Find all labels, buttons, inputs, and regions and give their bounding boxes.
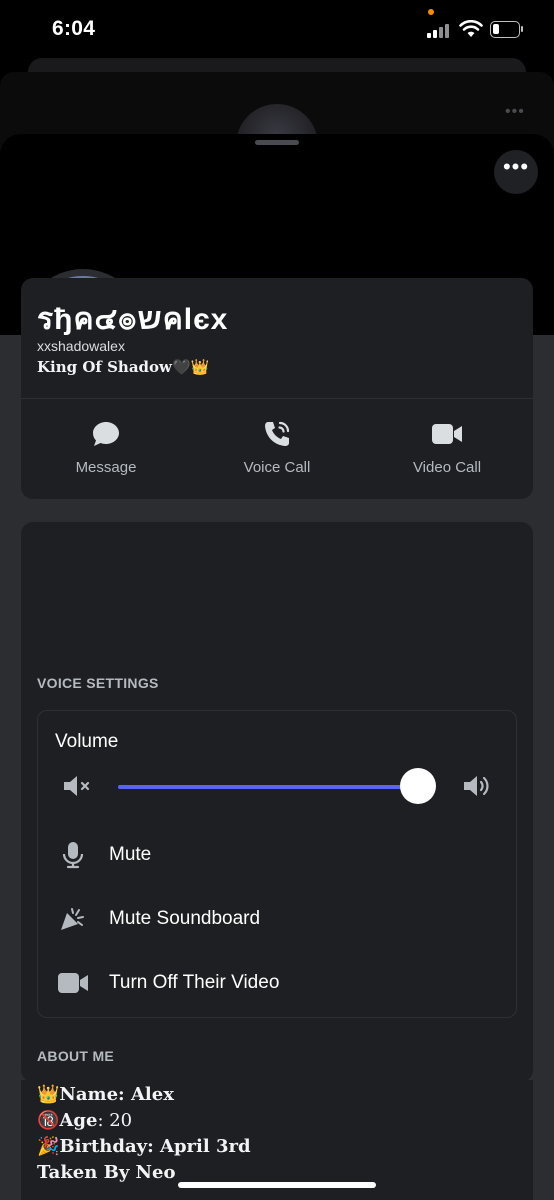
custom-status: King Of Shadow🖤👑	[37, 358, 210, 376]
voice-call-label: Voice Call	[243, 459, 311, 476]
volume-slider-track[interactable]	[118, 785, 418, 789]
voice-settings-card: VOICE SETTINGS Volume Mute Mute Soundboa…	[21, 522, 533, 1082]
about-me-text: 👑Name: Alex 🔞Age: 20 🎉Birthday: April 3r…	[37, 1082, 251, 1186]
video-call-button[interactable]: Video Call	[382, 418, 512, 476]
volume-slider-thumb[interactable]	[400, 768, 436, 804]
privacy-indicator-dot	[428, 9, 434, 15]
soundboard-icon	[61, 908, 84, 930]
video-camera-icon	[58, 973, 88, 993]
wifi-icon	[459, 20, 483, 37]
username: xxshadowalex	[37, 338, 125, 354]
background-more-icon: •••	[505, 103, 525, 120]
microphone-icon	[62, 842, 84, 869]
battery-icon	[490, 21, 523, 38]
mute-soundboard-label: Mute Soundboard	[109, 908, 261, 929]
voice-settings-panel: Volume Mute Mute Soundboard Turn Off The…	[37, 710, 517, 1018]
video-camera-icon	[432, 424, 462, 444]
display-name: รђค๔๏שคlєx	[37, 303, 229, 336]
status-time: 6:04	[52, 17, 96, 40]
message-button[interactable]: Message	[41, 418, 171, 476]
phone-icon	[265, 421, 290, 446]
chat-bubble-icon	[93, 422, 119, 446]
cellular-signal-icon	[427, 22, 453, 38]
home-indicator[interactable]	[178, 1182, 376, 1188]
volume-label: Volume	[55, 731, 119, 752]
about-line-birthday: 🎉Birthday: April 3rd	[37, 1136, 251, 1157]
about-line-name: 👑Name: Alex	[37, 1084, 174, 1105]
about-me-title: ABOUT ME	[37, 1048, 115, 1064]
volume-mute-icon[interactable]	[62, 773, 94, 799]
voice-call-button[interactable]: Voice Call	[212, 418, 342, 476]
status-bar: 6:04	[0, 0, 554, 62]
video-call-label: Video Call	[412, 459, 482, 476]
voice-settings-title: VOICE SETTINGS	[37, 675, 159, 691]
mute-soundboard-row[interactable]: Mute Soundboard	[55, 899, 260, 939]
divider	[21, 398, 533, 399]
profile-info-card: รђค๔๏שคlєx xxshadowalex King Of Shadow🖤👑…	[21, 278, 533, 499]
volume-max-icon[interactable]	[462, 773, 494, 799]
turn-off-video-label: Turn Off Their Video	[109, 972, 280, 993]
mute-row[interactable]: Mute	[55, 835, 151, 875]
message-label: Message	[75, 459, 137, 476]
more-options-button[interactable]: •••	[494, 150, 538, 194]
sheet-drag-handle[interactable]	[255, 140, 299, 145]
more-dots-icon: •••	[502, 154, 530, 179]
turn-off-video-row[interactable]: Turn Off Their Video	[55, 963, 279, 1003]
mute-label: Mute	[109, 844, 152, 865]
about-line-age: 🔞Age: 20	[37, 1110, 133, 1131]
